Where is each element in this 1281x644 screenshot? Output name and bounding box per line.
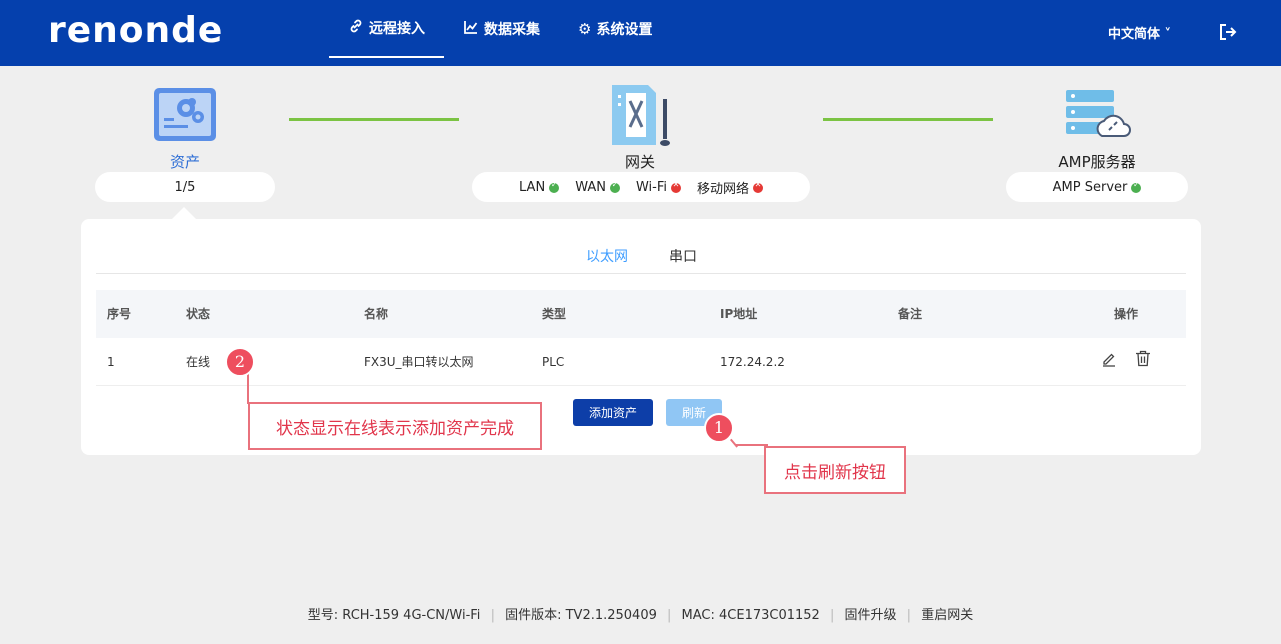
language-select[interactable]: 中文简体 ˅ — [1108, 23, 1171, 42]
col-ip: IP地址 — [720, 307, 758, 321]
gateway-device-icon[interactable] — [610, 83, 672, 147]
gear-icon: ⚙ — [578, 20, 592, 38]
col-name: 名称 — [364, 307, 389, 321]
nav-system-settings[interactable]: ⚙ 系统设置 — [559, 0, 671, 58]
asset-count-pill: 1/5 — [95, 172, 275, 202]
card-pointer — [172, 207, 196, 219]
error-icon — [670, 180, 681, 193]
nav-data-collection[interactable]: 数据采集 — [444, 0, 559, 58]
connector-line-right — [823, 118, 993, 121]
connector-line-left — [289, 118, 459, 121]
row-status: 在线 — [186, 355, 211, 369]
tab-ethernet[interactable]: 以太网 — [586, 246, 628, 266]
row-ip: 172.24.2.2 — [720, 355, 785, 369]
col-actions: 操作 — [1114, 307, 1139, 321]
annotation-note-1: 点击刷新按钮 — [764, 446, 906, 494]
cloud-server-icon[interactable] — [1062, 86, 1132, 142]
nav-label: 数据采集 — [484, 22, 540, 38]
delete-icon[interactable] — [1135, 350, 1151, 367]
connection-tabs: 以太网 串口 — [96, 239, 1186, 274]
annotation-note-2: 状态显示在线表示添加资产完成 — [248, 402, 542, 450]
status-mobile: 移动网络 — [697, 178, 763, 197]
row-name: FX3U_串口转以太网 — [364, 355, 474, 369]
annotation-badge-2: 2 — [225, 347, 255, 377]
check-icon — [549, 180, 560, 193]
footer-divider: | — [667, 608, 672, 623]
asset-count: 1/5 — [174, 179, 196, 195]
asset-label: 资产 — [169, 153, 200, 171]
nav-remote-access[interactable]: 远程接入 — [329, 0, 444, 58]
footer-firmware: 固件版本: TV2.1.250409 — [505, 608, 657, 623]
top-header: renonde 远程接入 数据采集 ⚙ 系统设置 中文简体 ˅ — [0, 0, 1281, 66]
footer-model: 型号: RCH-159 4G-CN/Wi-Fi — [307, 608, 481, 623]
chart-icon — [463, 19, 479, 39]
annotation-line-2 — [247, 374, 249, 404]
tab-serial[interactable]: 串口 — [669, 246, 697, 266]
status-lan: LAN — [519, 180, 560, 195]
edit-icon[interactable] — [1101, 351, 1117, 367]
footer-mac: MAC: 4CE173C01152 — [681, 608, 820, 623]
brand-logo: renonde — [48, 10, 224, 51]
footer-divider: | — [906, 608, 912, 623]
server-status-pill: AMP Server — [1006, 172, 1188, 202]
status-wifi: Wi-Fi — [636, 180, 681, 195]
firmware-upgrade-link[interactable]: 固件升级 — [845, 608, 897, 623]
status-wan: WAN — [575, 180, 620, 195]
table-row: 1 在线 FX3U_串口转以太网 PLC 172.24.2.2 — [96, 338, 1186, 386]
col-type: 类型 — [542, 307, 567, 321]
asset-config-icon[interactable] — [152, 86, 218, 143]
nav-label: 系统设置 — [596, 22, 653, 38]
row-index: 1 — [107, 355, 115, 369]
gateway-status-pill: LAN WAN Wi-Fi 移动网络 — [472, 172, 810, 202]
chevron-down-icon: ˅ — [1164, 27, 1172, 42]
main-nav: 远程接入 数据采集 ⚙ 系统设置 — [329, 0, 671, 66]
reboot-gateway-link[interactable]: 重启网关 — [921, 608, 973, 623]
col-status: 状态 — [186, 307, 211, 321]
annotation-badge-1: 1 — [704, 413, 734, 443]
server-status-name: AMP Server — [1052, 179, 1128, 195]
col-remark: 备注 — [898, 307, 923, 321]
check-icon — [609, 180, 620, 193]
language-label: 中文简体 — [1108, 27, 1161, 42]
server-label: AMP服务器 — [1058, 153, 1136, 171]
footer-divider: | — [829, 608, 835, 623]
logout-icon[interactable] — [1218, 22, 1238, 42]
footer-divider: | — [490, 608, 495, 623]
check-icon — [1131, 180, 1142, 193]
footer: 型号: RCH-159 4G-CN/Wi-Fi | 固件版本: TV2.1.25… — [0, 604, 1281, 623]
table-header: 序号 状态 名称 类型 IP地址 备注 操作 — [96, 290, 1186, 338]
add-asset-button[interactable]: 添加资产 — [573, 399, 653, 426]
link-icon — [348, 18, 364, 38]
error-icon — [752, 180, 763, 193]
row-type: PLC — [542, 355, 565, 369]
nav-label: 远程接入 — [369, 21, 425, 37]
col-index: 序号 — [107, 307, 132, 321]
gateway-label: 网关 — [624, 153, 655, 171]
